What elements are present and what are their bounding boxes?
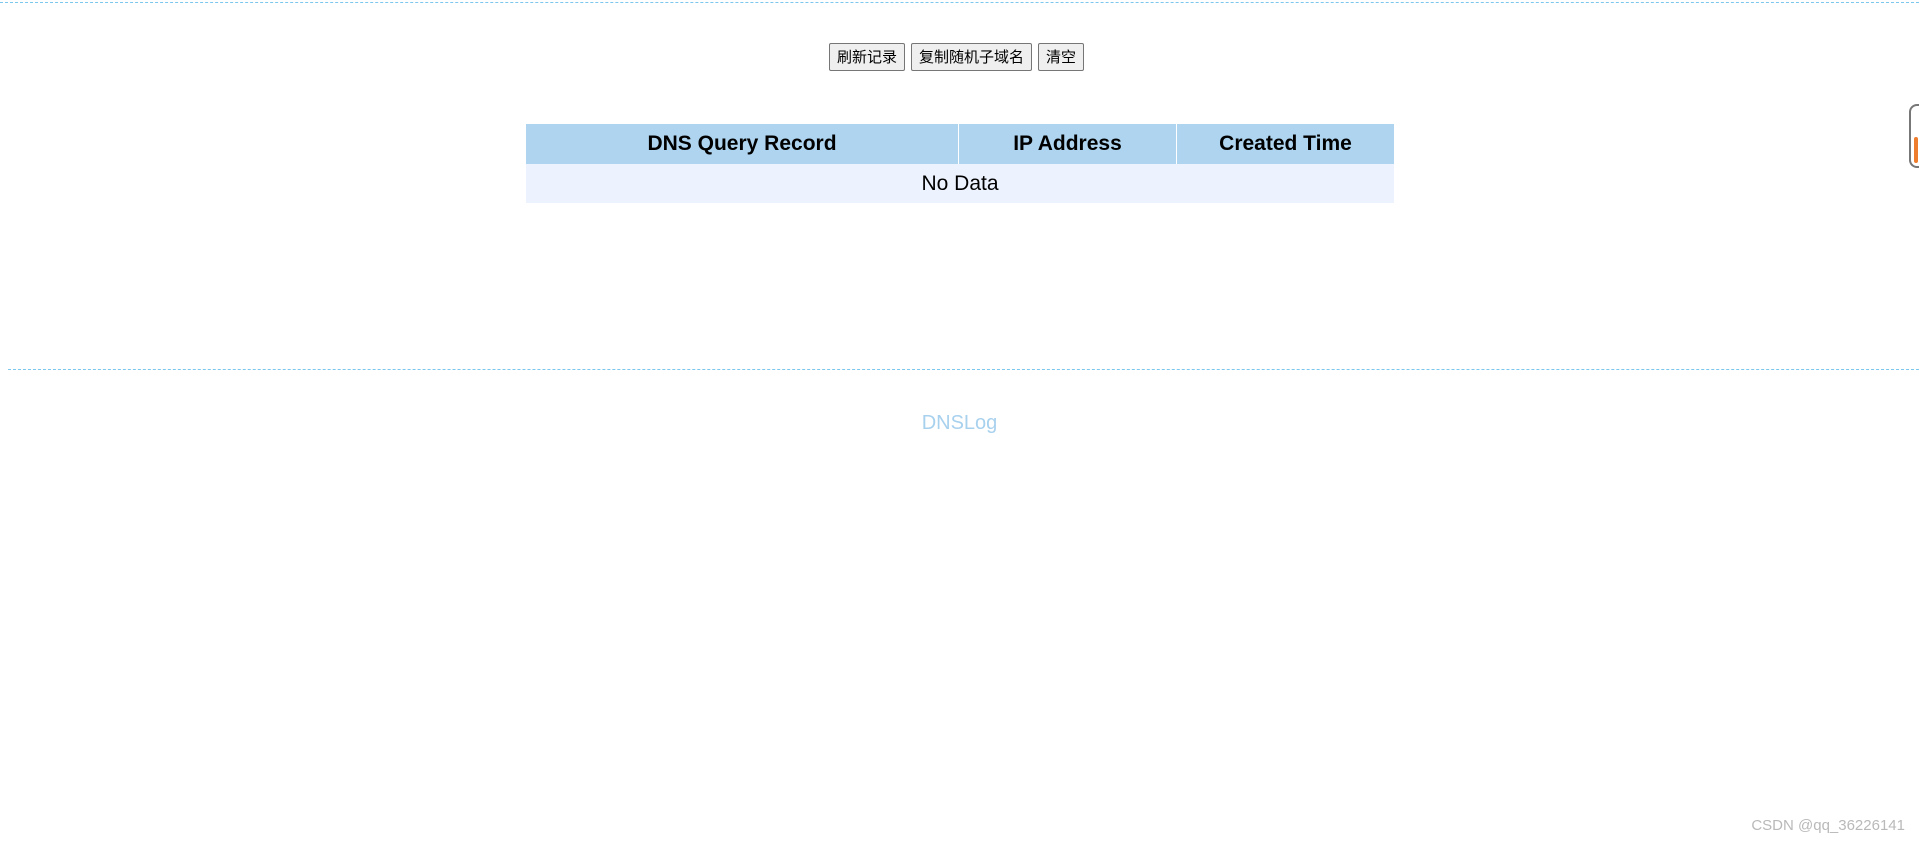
page: 刷新记录 复制随机子域名 清空 DNS Query Record IP Addr…: [0, 0, 1919, 842]
watermark-text: CSDN @qq_36226141: [1751, 817, 1905, 834]
bottom-divider: [8, 369, 1919, 370]
copy-random-subdomain-button[interactable]: 复制随机子域名: [910, 43, 1032, 71]
scroll-position-fill: [1914, 137, 1918, 163]
refresh-records-button[interactable]: 刷新记录: [828, 43, 905, 71]
table-row: No Data: [526, 164, 1394, 203]
table-header-row: DNS Query Record IP Address Created Time: [526, 124, 1394, 164]
toolbar: 刷新记录 复制随机子域名 清空: [0, 43, 1919, 71]
dns-records-table: DNS Query Record IP Address Created Time…: [526, 124, 1394, 203]
column-header-created-time: Created Time: [1176, 124, 1394, 164]
column-header-dns-query-record: DNS Query Record: [526, 124, 959, 164]
empty-table-message: No Data: [526, 164, 1394, 203]
top-divider: [0, 2, 1919, 3]
scroll-indicator[interactable]: [1909, 104, 1919, 168]
column-header-ip-address: IP Address: [958, 124, 1177, 164]
clear-button[interactable]: 清空: [1038, 43, 1085, 71]
footer-brand-text: DNSLog: [921, 412, 998, 434]
